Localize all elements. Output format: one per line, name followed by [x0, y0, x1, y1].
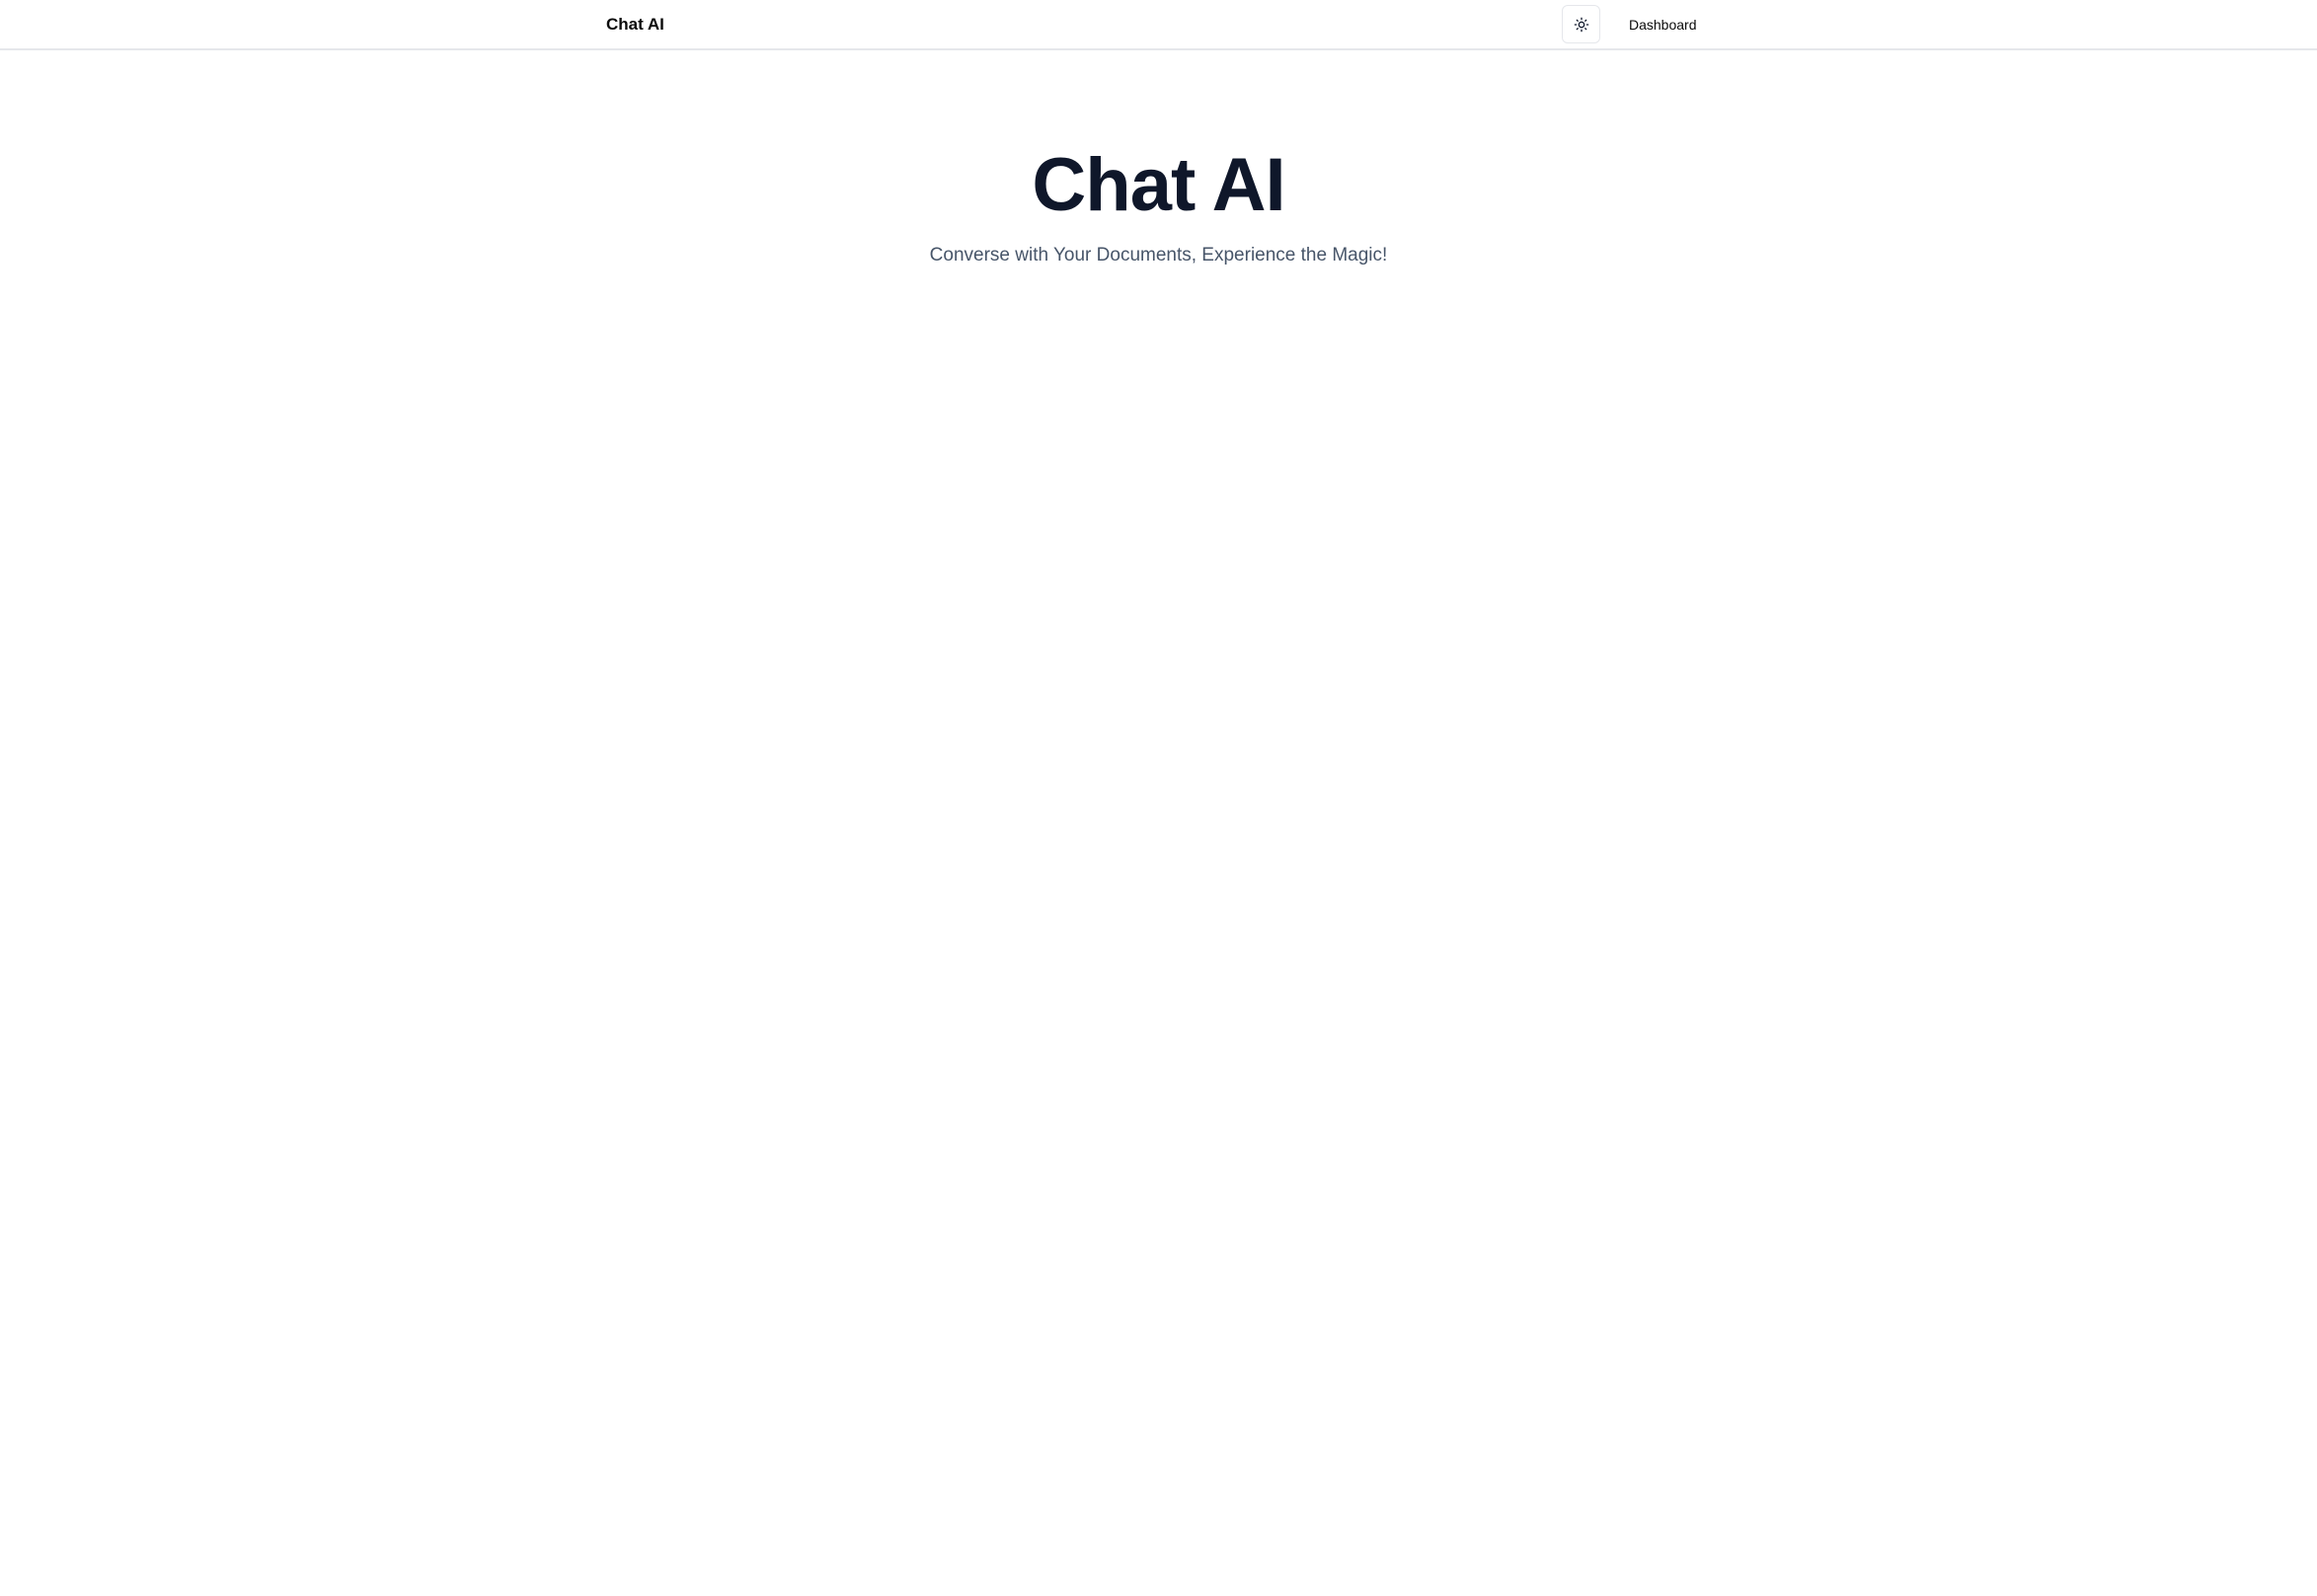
page-title: Chat AI: [1032, 143, 1285, 227]
sun-icon: [1574, 17, 1589, 33]
top-navbar: Chat AI Dashboard: [0, 0, 2317, 50]
hero-section: Chat AI Converse with Your Documents, Ex…: [0, 138, 2317, 269]
page-subtitle: Converse with Your Documents, Experience…: [929, 245, 1388, 266]
nav-link-dashboard[interactable]: Dashboard: [1629, 0, 1697, 49]
brand-link[interactable]: Chat AI: [606, 0, 664, 49]
theme-toggle-button[interactable]: [1562, 5, 1600, 43]
